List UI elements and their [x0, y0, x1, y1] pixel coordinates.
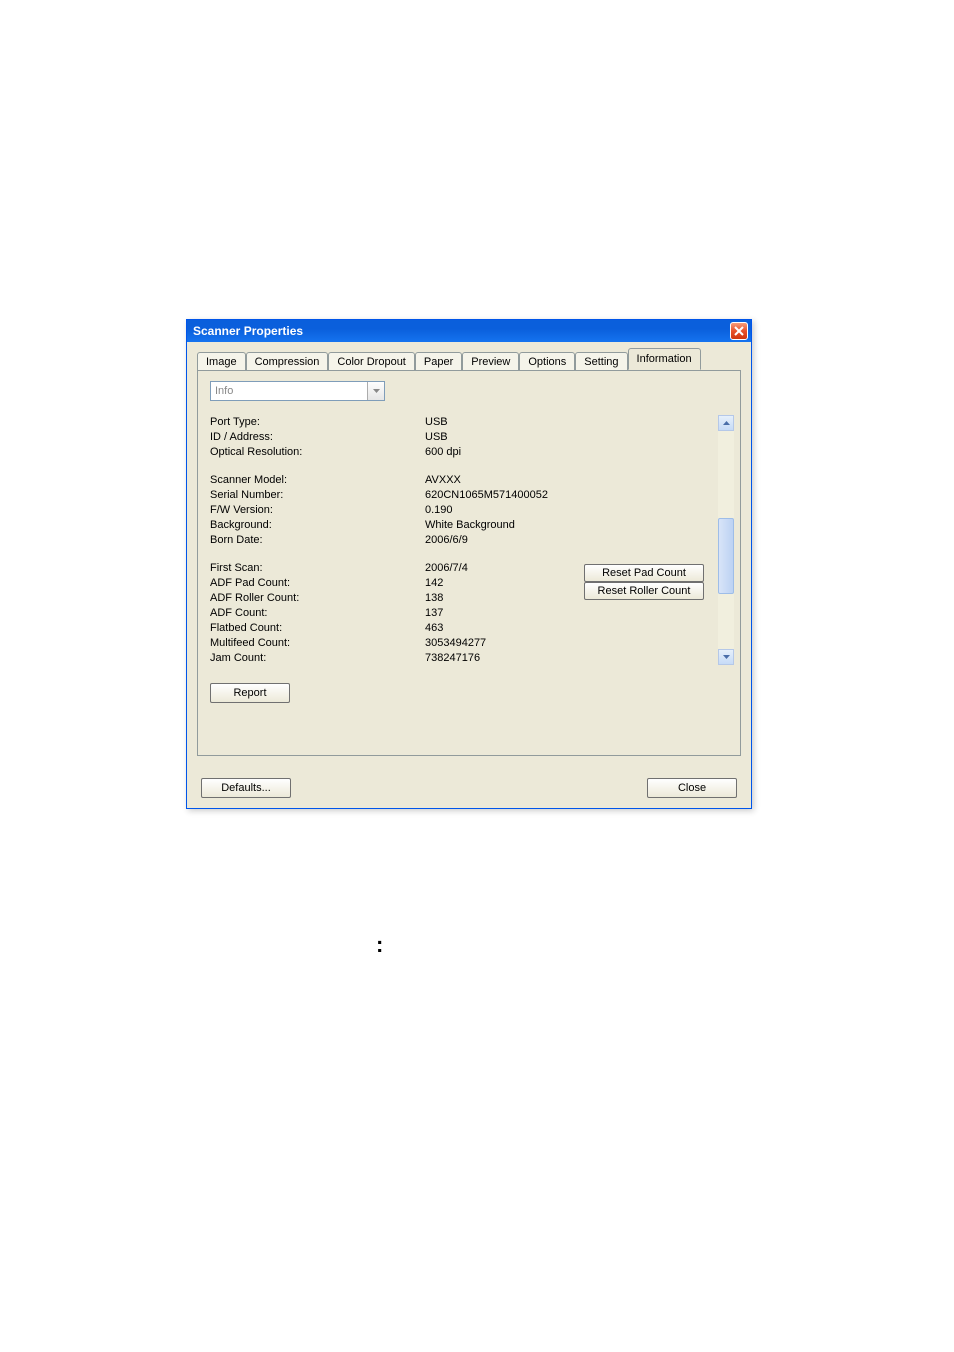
- tab-compression[interactable]: Compression: [246, 352, 329, 371]
- tab-paper[interactable]: Paper: [415, 352, 462, 371]
- value-fw-version: 0.190: [425, 503, 610, 517]
- defaults-button[interactable]: Defaults...: [201, 778, 291, 798]
- value-jam-count: 738247176: [425, 651, 610, 665]
- information-panel: Info Port Type: USB ID / Address: USB Op…: [197, 370, 741, 756]
- vertical-scrollbar[interactable]: [718, 415, 734, 665]
- tabstrip: Image Compression Color Dropout Paper Pr…: [197, 348, 741, 370]
- tab-preview[interactable]: Preview: [462, 352, 519, 371]
- value-flatbed-count: 463: [425, 621, 610, 635]
- value-serial-number: 620CN1065M571400052: [425, 488, 610, 502]
- info-dropdown-value: Info: [215, 385, 233, 397]
- value-port-type: USB: [425, 415, 610, 429]
- value-multifeed-count: 3053494277: [425, 636, 610, 650]
- value-scanner-model: AVXXX: [425, 473, 610, 487]
- client-area: Image Compression Color Dropout Paper Pr…: [187, 342, 751, 808]
- label-scanner-model: Scanner Model:: [210, 473, 425, 487]
- label-optical-res: Optical Resolution:: [210, 445, 425, 459]
- value-id-address: USB: [425, 430, 610, 444]
- value-born-date: 2006/6/9: [425, 533, 610, 547]
- close-icon[interactable]: [730, 322, 748, 340]
- value-optical-res: 600 dpi: [425, 445, 610, 459]
- value-adf-count: 137: [425, 606, 610, 620]
- value-adf-pad-count: 142: [425, 576, 610, 590]
- label-fw-version: F/W Version:: [210, 503, 425, 517]
- report-row: Report: [210, 683, 728, 703]
- right-column: [618, 415, 728, 665]
- label-adf-roller-count: ADF Roller Count:: [210, 591, 425, 605]
- label-born-date: Born Date:: [210, 533, 425, 547]
- scrollbar-thumb[interactable]: [718, 518, 734, 594]
- reset-roller-count-button[interactable]: Reset Roller Count: [584, 582, 704, 600]
- info-columns: Port Type: USB ID / Address: USB Optical…: [210, 415, 610, 665]
- value-adf-roller-count: 138: [425, 591, 610, 605]
- window-title: Scanner Properties: [193, 324, 303, 338]
- label-multifeed-count: Multifeed Count:: [210, 636, 425, 650]
- label-adf-pad-count: ADF Pad Count:: [210, 576, 425, 590]
- label-adf-count: ADF Count:: [210, 606, 425, 620]
- chevron-down-icon[interactable]: [367, 382, 384, 400]
- titlebar[interactable]: Scanner Properties: [187, 320, 751, 342]
- scrollbar-track[interactable]: [718, 431, 734, 649]
- scroll-down-icon[interactable]: [718, 649, 734, 665]
- group-gap: [210, 548, 610, 560]
- value-first-scan: 2006/7/4: [425, 561, 610, 575]
- bottom-row: Defaults... Close: [197, 778, 741, 798]
- info-area: Port Type: USB ID / Address: USB Optical…: [210, 415, 728, 665]
- scanner-properties-dialog: Scanner Properties Image Compression Col…: [186, 319, 752, 809]
- label-flatbed-count: Flatbed Count:: [210, 621, 425, 635]
- label-serial-number: Serial Number:: [210, 488, 425, 502]
- label-jam-count: Jam Count:: [210, 651, 425, 665]
- reset-pad-count-button[interactable]: Reset Pad Count: [584, 564, 704, 582]
- label-background: Background:: [210, 518, 425, 532]
- label-first-scan: First Scan:: [210, 561, 425, 575]
- tab-options[interactable]: Options: [519, 352, 575, 371]
- reset-buttons: Reset Pad Count Reset Roller Count: [584, 564, 704, 600]
- close-button[interactable]: Close: [647, 778, 737, 798]
- info-dropdown[interactable]: Info: [210, 381, 385, 401]
- label-id-address: ID / Address:: [210, 430, 425, 444]
- tab-setting[interactable]: Setting: [575, 352, 627, 371]
- value-background: White Background: [425, 518, 610, 532]
- report-button[interactable]: Report: [210, 683, 290, 703]
- tab-information[interactable]: Information: [628, 348, 701, 370]
- scroll-up-icon[interactable]: [718, 415, 734, 431]
- group-gap: [210, 460, 610, 472]
- label-port-type: Port Type:: [210, 415, 425, 429]
- page-colon: :: [376, 932, 383, 958]
- tab-image[interactable]: Image: [197, 352, 246, 371]
- tab-color-dropout[interactable]: Color Dropout: [328, 352, 414, 371]
